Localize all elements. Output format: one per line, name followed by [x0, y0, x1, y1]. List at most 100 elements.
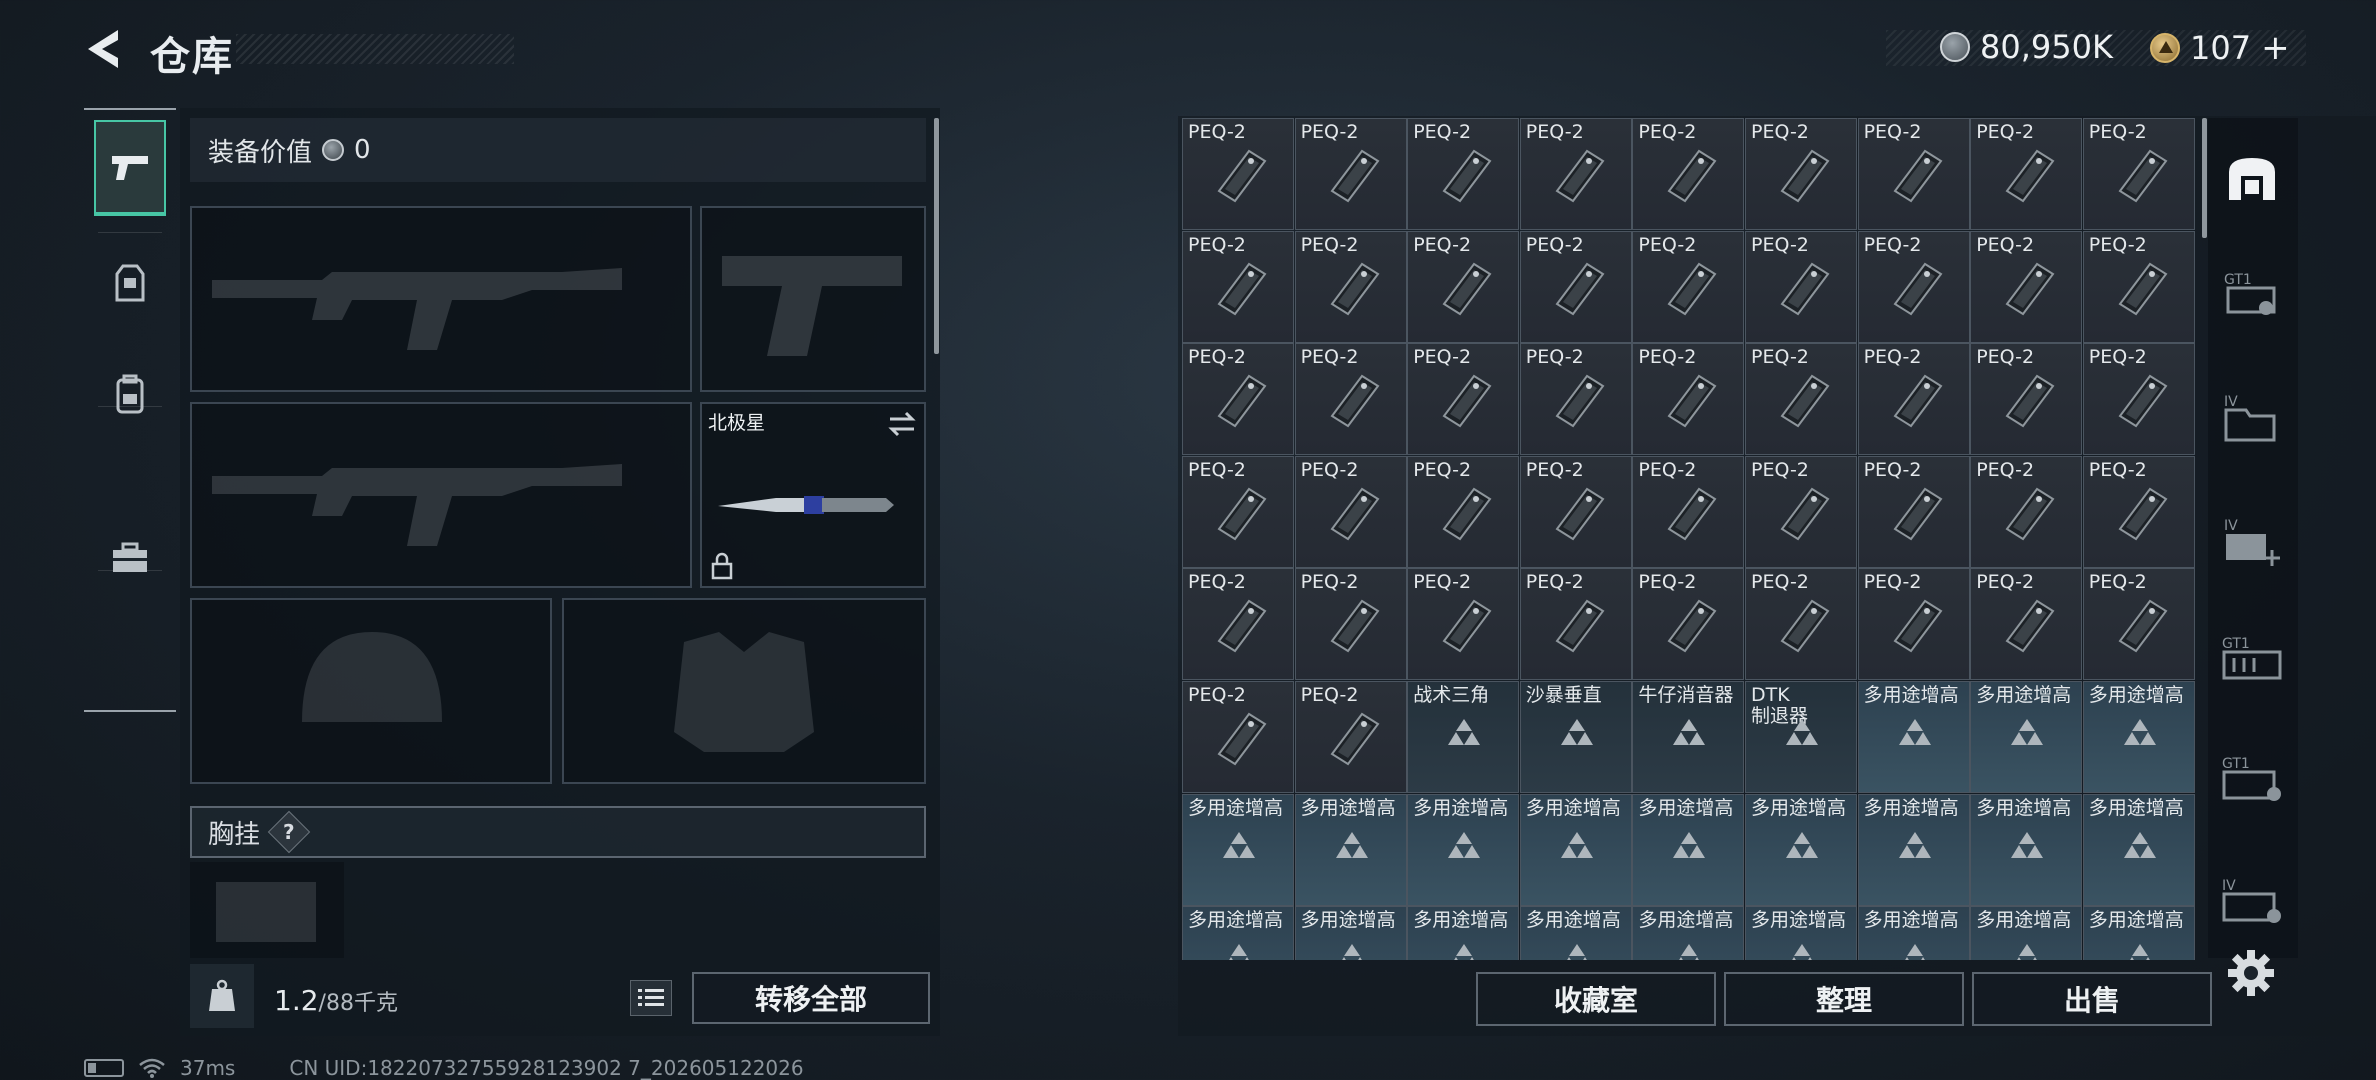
loadout-scrollbar[interactable] — [934, 118, 939, 354]
tab-toolbox[interactable] — [94, 510, 166, 606]
warehouse-item[interactable]: 多用途增高 — [1407, 906, 1520, 960]
add-currency-button[interactable]: + — [2261, 28, 2290, 68]
warehouse-item[interactable]: 多用途增高 — [1407, 793, 1520, 906]
warehouse-item[interactable]: PEQ-2 — [1632, 568, 1745, 681]
pistol-slot[interactable] — [700, 206, 926, 392]
iv-case-icon[interactable]: IV — [2214, 866, 2290, 936]
warehouse-item[interactable]: PEQ-2 — [1745, 568, 1857, 681]
warehouse-item[interactable]: PEQ-2 — [1519, 455, 1632, 568]
warehouse-item[interactable]: 多用途增高 — [1519, 906, 1632, 960]
tab-backpack[interactable] — [94, 346, 166, 442]
warehouse-item[interactable]: 多用途增高 — [1970, 793, 2083, 906]
collection-room-button[interactable]: 收藏室 — [1476, 972, 1716, 1026]
warehouse-item[interactable]: PEQ-2 — [1857, 568, 1970, 681]
chest-rig-slot[interactable] — [190, 862, 344, 958]
list-view-button[interactable] — [630, 980, 672, 1016]
warehouse-item[interactable]: PEQ-2 — [1407, 230, 1520, 343]
warehouse-item[interactable]: 多用途增高 — [1745, 793, 1857, 906]
back-button[interactable] — [80, 24, 130, 74]
sort-button[interactable]: 整理 — [1724, 972, 1964, 1026]
warehouse-item[interactable]: 多用途增高 — [1745, 906, 1857, 960]
warehouse-item[interactable]: PEQ-2 — [1632, 118, 1745, 230]
warehouse-item[interactable]: 多用途增高 — [1970, 906, 2083, 960]
help-icon[interactable]: ? — [267, 810, 311, 854]
gt1-icon[interactable]: GT1 — [2214, 258, 2290, 328]
warehouse-item[interactable]: PEQ-2 — [1519, 230, 1632, 343]
warehouse-item[interactable]: PEQ-2 — [1294, 568, 1407, 681]
transfer-all-button[interactable]: 转移全部 — [692, 972, 930, 1024]
warehouse-item[interactable]: PEQ-2 — [1970, 343, 2083, 456]
warehouse-item[interactable]: 多用途增高 — [1857, 793, 1970, 906]
warehouse-item[interactable]: PEQ-2 — [1407, 118, 1520, 230]
helmet-slot[interactable] — [190, 598, 552, 784]
warehouse-item[interactable]: PEQ-2 — [2082, 230, 2195, 343]
warehouse-item[interactable]: PEQ-2 — [1182, 568, 1294, 681]
warehouse-item[interactable]: PEQ-2 — [1182, 118, 1294, 230]
primary-weapon-slot[interactable] — [190, 206, 692, 392]
warehouse-item[interactable]: PEQ-2 — [1970, 118, 2083, 230]
warehouse-item[interactable]: 多用途增高 — [1294, 793, 1407, 906]
warehouse-item[interactable]: PEQ-2 — [1745, 455, 1857, 568]
warehouse-item[interactable]: PEQ-2 — [2082, 455, 2195, 568]
warehouse-item[interactable]: 多用途增高 — [2082, 681, 2195, 793]
warehouse-item[interactable]: PEQ-2 — [1407, 455, 1520, 568]
warehouse-item[interactable]: 多用途增高 — [1632, 906, 1745, 960]
sell-button[interactable]: 出售 — [1972, 972, 2212, 1026]
warehouse-item[interactable]: PEQ-2 — [1632, 230, 1745, 343]
tab-armor[interactable] — [94, 236, 166, 332]
warehouse-scrollbar[interactable] — [2202, 118, 2207, 238]
gt1-rack-icon[interactable]: GT1 — [2214, 624, 2290, 694]
warehouse-item[interactable]: PEQ-2 — [1182, 230, 1294, 343]
warehouse-item[interactable]: 沙暴垂直 — [1519, 681, 1632, 793]
warehouse-item[interactable]: PEQ-2 — [2082, 343, 2195, 456]
warehouse-item[interactable]: PEQ-2 — [1519, 118, 1632, 230]
warehouse-item[interactable]: PEQ-2 — [1294, 681, 1407, 793]
warehouse-item[interactable]: PEQ-2 — [1294, 230, 1407, 343]
gt1-case-icon[interactable]: GT1 — [2214, 744, 2290, 814]
warehouse-item[interactable]: PEQ-2 — [1970, 230, 2083, 343]
iv-icon[interactable]: IV — [2214, 382, 2290, 452]
warehouse-item[interactable]: 多用途增高 — [2082, 793, 2195, 906]
warehouse-item[interactable]: PEQ-2 — [1294, 455, 1407, 568]
warehouse-item[interactable]: 牛仔消音器 — [1632, 681, 1745, 793]
melee-slot[interactable]: 北极星 — [700, 402, 926, 588]
warehouse-item[interactable]: PEQ-2 — [1519, 343, 1632, 456]
warehouse-item[interactable]: 战术三角 — [1407, 681, 1520, 793]
swap-icon[interactable] — [886, 410, 918, 438]
warehouse-item[interactable]: 多用途增高 — [1857, 906, 1970, 960]
warehouse-item[interactable]: PEQ-2 — [1857, 230, 1970, 343]
warehouse-item[interactable]: PEQ-2 — [2082, 118, 2195, 230]
warehouse-item[interactable]: DTK 制退器 — [1745, 681, 1857, 793]
warehouse-item[interactable]: PEQ-2 — [1407, 568, 1520, 681]
warehouse-item[interactable]: PEQ-2 — [1745, 230, 1857, 343]
armor-slot[interactable] — [562, 598, 926, 784]
warehouse-item[interactable]: 多用途增高 — [1857, 681, 1970, 793]
warehouse-item[interactable]: PEQ-2 — [1182, 455, 1294, 568]
warehouse-item[interactable]: PEQ-2 — [1407, 343, 1520, 456]
warehouse-item[interactable]: PEQ-2 — [1745, 343, 1857, 456]
settings-gear-icon[interactable] — [2226, 948, 2276, 998]
warehouse-item[interactable]: PEQ-2 — [2082, 568, 2195, 681]
warehouse-item[interactable]: 多用途增高 — [1970, 681, 2083, 793]
warehouse-item[interactable]: PEQ-2 — [1519, 568, 1632, 681]
warehouse-item[interactable]: PEQ-2 — [1970, 568, 2083, 681]
warehouse-item[interactable]: 多用途增高 — [1294, 906, 1407, 960]
warehouse-item[interactable]: 多用途增高 — [2082, 906, 2195, 960]
warehouse-item[interactable]: 多用途增高 — [1632, 793, 1745, 906]
warehouse-item[interactable]: PEQ-2 — [1632, 343, 1745, 456]
warehouse-item[interactable]: PEQ-2 — [1857, 343, 1970, 456]
warehouse-item[interactable]: PEQ-2 — [1294, 118, 1407, 230]
inventory-tab-icon[interactable] — [2214, 144, 2290, 214]
tab-weapons[interactable] — [94, 120, 166, 216]
warehouse-item[interactable]: PEQ-2 — [1182, 681, 1294, 793]
warehouse-item[interactable]: PEQ-2 — [1970, 455, 2083, 568]
iv-plus-icon[interactable]: IV — [2214, 506, 2290, 576]
warehouse-item[interactable]: 多用途增高 — [1519, 793, 1632, 906]
secondary-weapon-slot[interactable] — [190, 402, 692, 588]
warehouse-item[interactable]: PEQ-2 — [1857, 455, 1970, 568]
warehouse-item[interactable]: PEQ-2 — [1632, 455, 1745, 568]
warehouse-item[interactable]: 多用途增高 — [1182, 793, 1294, 906]
warehouse-item[interactable]: PEQ-2 — [1182, 343, 1294, 456]
warehouse-item[interactable]: PEQ-2 — [1857, 118, 1970, 230]
warehouse-item[interactable]: PEQ-2 — [1294, 343, 1407, 456]
